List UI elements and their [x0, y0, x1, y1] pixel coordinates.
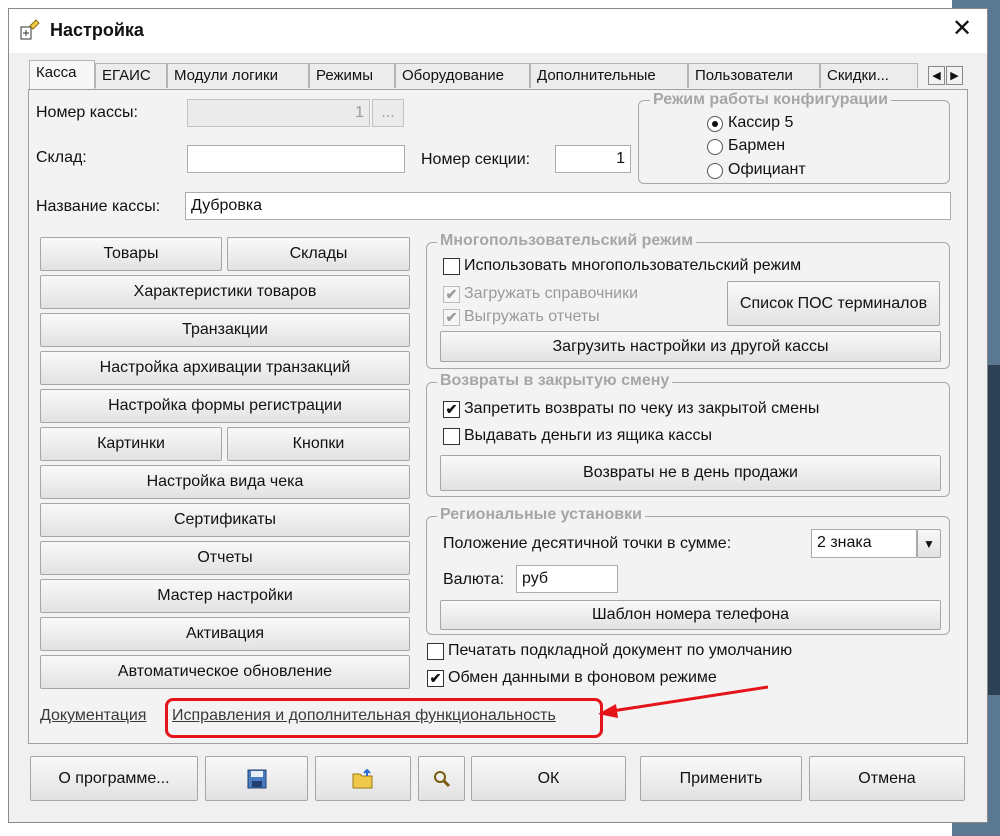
radio-waiter-label: Официант	[728, 161, 806, 178]
settings-app-icon	[18, 18, 42, 42]
section-number-field[interactable]: 1	[555, 145, 631, 173]
decimal-point-select[interactable]: 2 знака	[811, 529, 917, 558]
load-refs-label: Загружать справочники	[464, 285, 639, 302]
about-button[interactable]: О программе...	[30, 756, 198, 801]
pos-terminals-list-button[interactable]: Список ПОС терминалов	[727, 281, 940, 326]
cash-out-checkbox[interactable]	[443, 428, 460, 445]
certificates-button[interactable]: Сертификаты	[40, 503, 410, 537]
tab-users[interactable]: Пользователи	[688, 63, 820, 88]
register-name-field[interactable]: Дубровка	[185, 192, 951, 220]
close-icon[interactable]: ✕	[950, 16, 974, 42]
tab-equipment[interactable]: Оборудование	[395, 63, 530, 88]
tab-logic-modules[interactable]: Модули логики	[167, 63, 309, 88]
apply-button[interactable]: Применить	[640, 756, 802, 801]
warehouses-button[interactable]: Склады	[227, 237, 410, 271]
upload-reports-label: Выгружать отчеты	[464, 308, 600, 325]
register-number-field: 1	[187, 99, 370, 127]
forbid-returns-checkbox[interactable]: ✔	[443, 401, 460, 418]
red-arrow-icon	[590, 684, 770, 720]
chevron-down-icon[interactable]: ▼	[917, 529, 941, 558]
save-icon[interactable]	[205, 756, 308, 801]
tab-egais[interactable]: ЕГАИС	[95, 63, 167, 88]
warehouse-field[interactable]	[187, 145, 405, 173]
title-bar	[9, 9, 987, 53]
returns-not-same-day-button[interactable]: Возвраты не в день продажи	[440, 455, 941, 491]
tab-scroll-right-icon[interactable]: ▶	[946, 66, 963, 85]
load-settings-button[interactable]: Загрузить настройки из другой кассы	[440, 331, 941, 362]
search-icon[interactable]	[418, 756, 465, 801]
transactions-button[interactable]: Транзакции	[40, 313, 410, 347]
register-number-label: Номер кассы:	[36, 104, 138, 121]
auto-update-button[interactable]: Автоматическое обновление	[40, 655, 410, 689]
ok-button[interactable]: ОК	[471, 756, 626, 801]
section-number-label: Номер секции:	[421, 151, 531, 168]
setup-wizard-button[interactable]: Мастер настройки	[40, 579, 410, 613]
transaction-archiving-button[interactable]: Настройка архивации транзакций	[40, 351, 410, 385]
tab-kassa[interactable]: Касса	[29, 60, 95, 90]
pictures-button[interactable]: Картинки	[40, 427, 222, 461]
radio-barman-label: Бармен	[728, 137, 786, 154]
register-number-picker-button: ...	[372, 99, 404, 127]
activation-button[interactable]: Активация	[40, 617, 410, 651]
multiuser-checkbox[interactable]	[443, 258, 460, 275]
tab-discounts[interactable]: Скидки...	[820, 63, 918, 88]
multiuser-title: Многопользовательский режим	[437, 232, 697, 250]
decimal-point-label: Положение десятичной точки в сумме:	[443, 535, 732, 552]
warehouse-label: Склад:	[36, 149, 87, 166]
goods-button[interactable]: Товары	[40, 237, 222, 271]
documentation-link[interactable]: Документация	[40, 707, 146, 725]
tab-additional[interactable]: Дополнительные	[530, 63, 688, 88]
load-refs-checkbox: ✔	[443, 286, 460, 303]
currency-label: Валюта:	[443, 571, 505, 588]
tab-modes[interactable]: Режимы	[309, 63, 395, 88]
radio-barman[interactable]	[707, 139, 723, 155]
highlight-frame	[165, 698, 603, 738]
register-name-label: Название кассы:	[36, 198, 161, 215]
radio-waiter[interactable]	[707, 163, 723, 179]
receipt-view-button[interactable]: Настройка вида чека	[40, 465, 410, 499]
regional-title: Региональные установки	[437, 506, 645, 524]
reports-button[interactable]: Отчеты	[40, 541, 410, 575]
cash-out-label: Выдавать деньги из ящика кассы	[464, 427, 712, 444]
upload-reports-checkbox: ✔	[443, 309, 460, 326]
goods-characteristics-button[interactable]: Характеристики товаров	[40, 275, 410, 309]
radio-cashier5[interactable]	[707, 116, 723, 132]
returns-title: Возвраты в закрытую смену	[437, 372, 673, 390]
buttons-button[interactable]: Кнопки	[227, 427, 410, 461]
radio-cashier5-label: Кассир 5	[728, 114, 794, 131]
cancel-button[interactable]: Отмена	[809, 756, 965, 801]
registration-form-button[interactable]: Настройка формы регистрации	[40, 389, 410, 423]
currency-field[interactable]: руб	[516, 565, 618, 593]
print-doc-checkbox[interactable]	[427, 643, 444, 660]
tab-scroll-left-icon[interactable]: ◀	[928, 66, 945, 85]
print-doc-label: Печатать подкладной документ по умолчани…	[448, 642, 793, 659]
forbid-returns-label: Запретить возвраты по чеку из закрытой с…	[464, 400, 820, 417]
bg-exchange-checkbox[interactable]: ✔	[427, 670, 444, 687]
phone-template-button[interactable]: Шаблон номера телефона	[440, 600, 941, 630]
config-mode-title: Режим работы конфигурации	[650, 91, 891, 109]
open-folder-icon[interactable]	[315, 756, 411, 801]
multiuser-label: Использовать многопользовательский режим	[464, 257, 802, 274]
window-title: Настройка	[50, 20, 144, 40]
